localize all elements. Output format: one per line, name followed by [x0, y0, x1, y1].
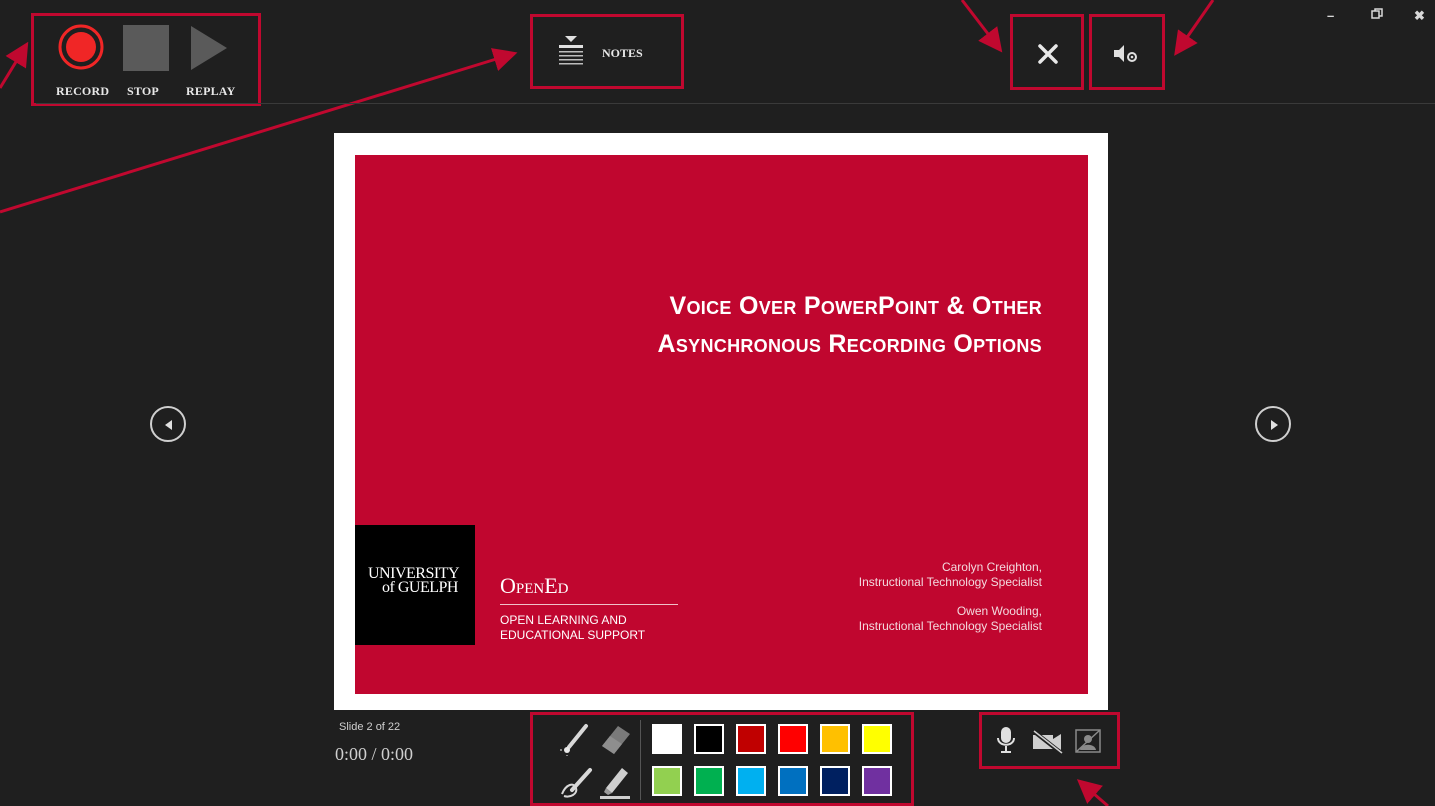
ink-color-swatch[interactable]: [862, 766, 892, 796]
camera-preview-button[interactable]: [1074, 728, 1104, 754]
presenter2-role: Instructional Technology Specialist: [858, 619, 1042, 633]
slide-counter: Slide 2 of 22: [339, 721, 401, 733]
microphone-button[interactable]: [995, 725, 1017, 755]
highlighter-button[interactable]: [598, 762, 634, 800]
slide: Voice Over PowerPoint & Other Asynchrono…: [355, 155, 1088, 694]
ink-color-swatch[interactable]: [694, 724, 724, 754]
ink-color-swatch[interactable]: [736, 766, 766, 796]
presenter1-name: Carolyn Creighton,: [941, 560, 1042, 574]
opened-title: OpenEd: [500, 573, 569, 598]
logo-line2: of GUELPH: [382, 579, 458, 596]
ink-color-swatch[interactable]: [652, 724, 682, 754]
eraser-icon: [602, 726, 630, 754]
opened-subtitle: OPEN LEARNING AND EDUCATIONAL SUPPORT: [500, 613, 645, 643]
laser-pointer-button[interactable]: [560, 720, 594, 756]
laser-pointer-icon: [560, 724, 588, 756]
ink-color-swatch[interactable]: [652, 766, 682, 796]
ink-color-swatch[interactable]: [820, 766, 850, 796]
next-slide-button[interactable]: [1255, 406, 1291, 442]
ink-color-swatch[interactable]: [862, 724, 892, 754]
camera-preview-off-icon: [1075, 729, 1101, 753]
slide-title: Voice Over PowerPoint & Other Asynchrono…: [658, 287, 1042, 363]
pen-button[interactable]: [560, 762, 596, 800]
opened-sub-line2: EDUCATIONAL SUPPORT: [500, 628, 646, 642]
eraser-button[interactable]: [598, 720, 634, 756]
highlighter-icon: [600, 768, 630, 799]
slide-title-line1: Voice Over PowerPoint & Other: [669, 292, 1042, 320]
presenter2-name: Owen Wooding,: [956, 604, 1042, 618]
presenter1-role: Instructional Technology Specialist: [858, 575, 1042, 589]
ink-color-swatch[interactable]: [736, 724, 766, 754]
ink-color-swatch[interactable]: [820, 724, 850, 754]
prev-slide-button[interactable]: [150, 406, 186, 442]
opened-divider: [500, 604, 678, 605]
opened-sub-line1: OPEN LEARNING AND: [500, 613, 627, 627]
toolbar-divider: [36, 103, 1435, 104]
camera-off-icon: [1030, 728, 1063, 754]
university-logo: UNIVERSITY of GUELPH: [355, 525, 475, 645]
ink-color-swatch[interactable]: [694, 766, 724, 796]
next-slide-icon: [1271, 420, 1278, 430]
camera-toggle-button[interactable]: [1030, 728, 1064, 754]
presenters: Carolyn Creighton, Instructional Technol…: [859, 560, 1042, 634]
pen-icon: [561, 768, 592, 798]
pen-tools-divider: [640, 720, 641, 800]
microphone-icon: [997, 727, 1015, 753]
recording-timer: 0:00 / 0:00: [335, 744, 414, 764]
ink-color-swatch[interactable]: [778, 724, 808, 754]
prev-slide-icon: [165, 420, 172, 430]
slide-title-line2: Asynchronous Recording Options: [657, 330, 1042, 358]
ink-color-swatch[interactable]: [778, 766, 808, 796]
